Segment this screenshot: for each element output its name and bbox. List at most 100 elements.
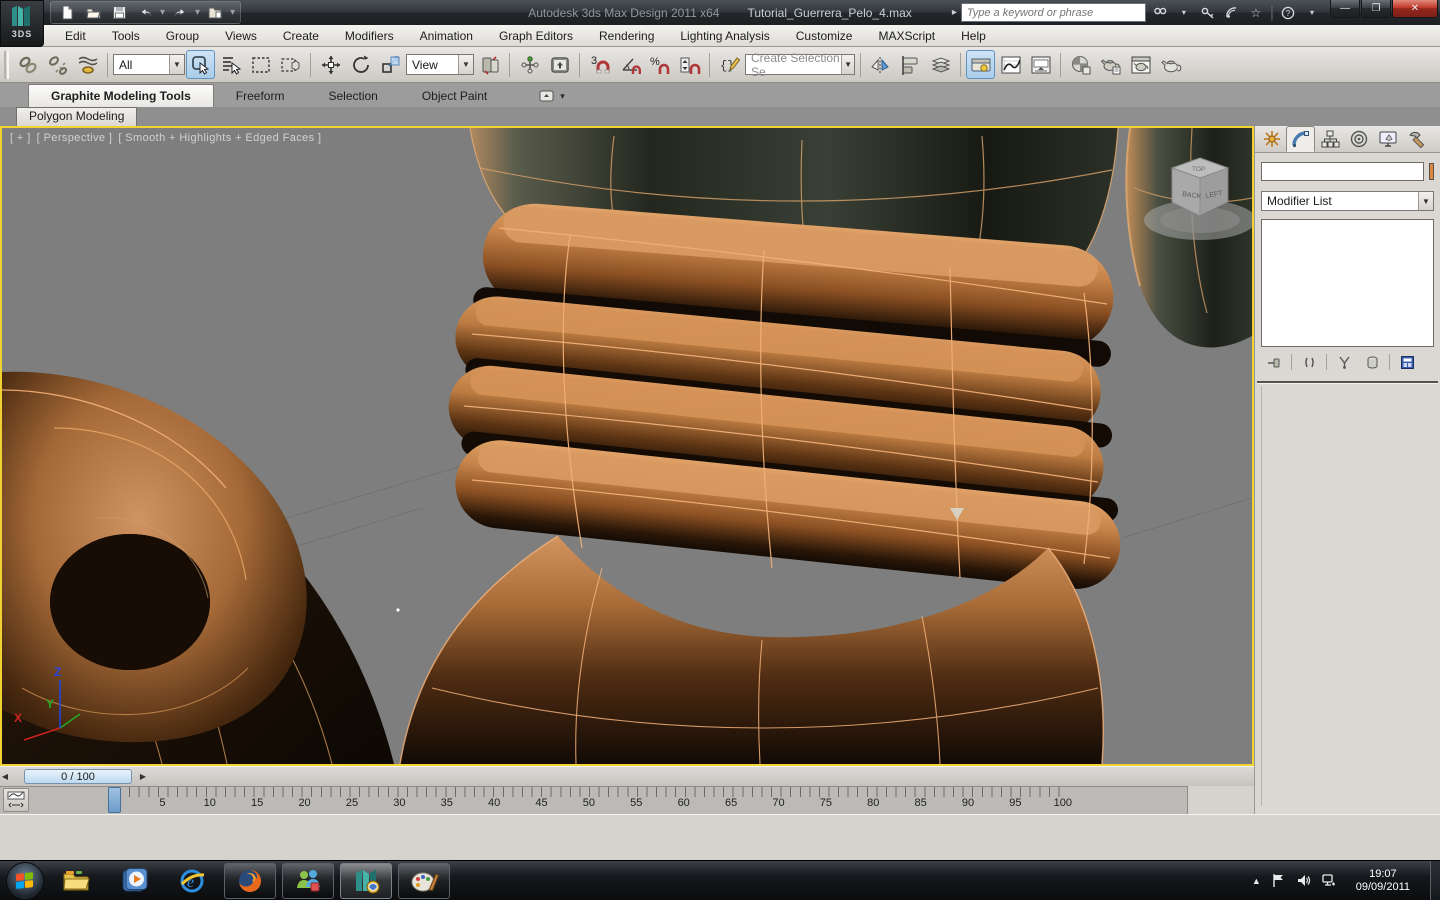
snaps-toggle-3d-button[interactable]: 3 [585,50,614,79]
named-selection-sets-dropdown[interactable]: Create Selection Se▼ [745,54,855,75]
angle-snap-toggle-button[interactable] [615,50,644,79]
time-slider-prev-arrow[interactable]: ◀ [0,772,10,781]
perspective-viewport[interactable]: X Y Z BACK LEFT TOP [ + ] [ Perspective … [0,126,1254,766]
viewport-view-menu[interactable]: [ Perspective ] [37,132,113,144]
help-dropdown[interactable]: ▾ [1302,3,1322,22]
show-desktop-button[interactable] [1430,861,1440,900]
menu-item-create[interactable]: Create [270,26,332,46]
menu-item-graph-editors[interactable]: Graph Editors [486,26,586,46]
time-slider-next-arrow[interactable]: ▶ [138,772,148,781]
viewport-menu-plus[interactable]: [ + ] [10,132,31,144]
schematic-view-button[interactable] [1026,50,1055,79]
ribbon-tab-graphite-modeling-tools[interactable]: Graphite Modeling Tools [28,84,214,107]
tab-utilities[interactable] [1402,126,1431,152]
undo-dropdown[interactable]: ▾ [159,7,166,18]
taskbar-explorer-button[interactable] [50,863,102,899]
select-and-manipulate-button[interactable] [515,50,544,79]
menu-item-rendering[interactable]: Rendering [586,26,667,46]
menu-item-lighting-analysis[interactable]: Lighting Analysis [667,26,782,46]
network-icon[interactable] [1321,873,1336,888]
time-slider[interactable]: 0 / 100 [24,769,132,784]
subscription-key-icon[interactable] [1198,3,1218,22]
minimize-button[interactable]: — [1330,0,1360,18]
percent-snap-toggle-button[interactable]: % [645,50,674,79]
volume-icon[interactable] [1296,873,1311,888]
save-file-button[interactable] [107,3,131,23]
open-mini-curve-editor-button[interactable] [3,788,29,812]
tab-motion[interactable] [1344,126,1373,152]
tab-hierarchy[interactable] [1315,126,1344,152]
rectangular-selection-region-button[interactable] [246,50,275,79]
selection-filter-dropdown[interactable]: All▼ [113,54,185,75]
menu-item-views[interactable]: Views [212,26,270,46]
ribbon-panel-polygon-modeling[interactable]: Polygon Modeling [16,107,137,126]
show-hidden-icons-button[interactable]: ▲ [1252,876,1261,886]
search-options-dropdown[interactable]: ▾ [1174,3,1194,22]
action-center-flag-icon[interactable] [1271,873,1286,888]
menu-item-modifiers[interactable]: Modifiers [332,26,407,46]
open-file-button[interactable] [81,3,105,23]
modifier-list-dropdown[interactable]: Modifier List ▼ [1261,191,1434,211]
project-folder-button[interactable] [203,3,227,23]
infocenter-search-input[interactable] [961,3,1146,22]
menu-item-group[interactable]: Group [153,26,212,46]
ribbon-tab-selection[interactable]: Selection [306,85,399,107]
new-scene-button[interactable] [55,3,79,23]
search-icon[interactable] [1150,3,1170,22]
close-button[interactable]: ✕ [1392,0,1438,18]
modifier-stack-list[interactable] [1261,219,1434,347]
unlink-selection-button[interactable] [43,50,72,79]
track-bar-ruler[interactable] [110,787,1068,797]
show-end-result-button[interactable] [1298,353,1320,371]
taskbar-media-player-button[interactable] [108,863,160,899]
track-bar-frame-handle[interactable] [108,787,121,813]
ribbon-minimize-button[interactable]: ▾ [539,89,569,103]
select-by-name-button[interactable] [216,50,245,79]
menu-item-customize[interactable]: Customize [783,26,866,46]
qat-customize-dropdown[interactable]: ▾ [229,7,236,18]
taskbar-messenger-button[interactable] [282,863,334,899]
use-pivot-point-center-button[interactable] [475,50,504,79]
mirror-button[interactable] [866,50,895,79]
quick-render-button[interactable] [1156,50,1185,79]
render-setup-button[interactable] [1096,50,1125,79]
taskbar-paint-button[interactable] [398,863,450,899]
make-unique-button[interactable] [1333,353,1355,371]
tab-modify[interactable] [1286,126,1315,152]
menu-item-tools[interactable]: Tools [99,26,153,46]
select-and-link-button[interactable] [13,50,42,79]
tab-create[interactable] [1257,126,1286,152]
reference-coordinate-system-dropdown[interactable]: View▼ [406,54,474,75]
select-and-move-button[interactable] [316,50,345,79]
taskbar-clock[interactable]: 19:07 09/09/2011 [1356,868,1410,894]
menu-item-animation[interactable]: Animation [407,26,486,46]
align-button[interactable] [896,50,925,79]
application-menu-button[interactable]: 3DS [0,0,44,47]
menu-item-edit[interactable]: Edit [52,26,99,46]
ribbon-tab-object-paint[interactable]: Object Paint [400,85,509,107]
viewport-shading-menu[interactable]: [ Smooth + Highlights + Edged Faces ] [118,132,321,144]
graphite-modeling-tools-toggle-button[interactable] [966,50,995,79]
infocenter-expand-icon[interactable]: ▸ [952,7,957,18]
taskbar-firefox-button[interactable] [224,863,276,899]
select-object-button[interactable] [186,50,215,79]
communication-center-icon[interactable] [1222,3,1242,22]
bind-to-space-warp-button[interactable] [73,50,102,79]
restore-button[interactable]: ❐ [1361,0,1391,18]
curve-editor-button[interactable] [996,50,1025,79]
object-color-swatch[interactable] [1429,163,1434,180]
select-and-scale-button[interactable] [376,50,405,79]
redo-dropdown[interactable]: ▾ [194,7,201,18]
select-and-rotate-button[interactable] [346,50,375,79]
object-name-input[interactable] [1261,162,1424,181]
help-icon[interactable]: ? [1278,3,1298,22]
spinner-snap-toggle-button[interactable] [675,50,704,79]
keyboard-shortcut-override-button[interactable] [545,50,574,79]
pin-stack-button[interactable] [1263,353,1285,371]
redo-button[interactable] [168,3,192,23]
material-editor-button[interactable] [1066,50,1095,79]
configure-modifier-sets-button[interactable] [1396,353,1418,371]
remove-modifier-button[interactable] [1361,353,1383,371]
start-button[interactable] [6,862,44,900]
rendered-frame-window-button[interactable] [1126,50,1155,79]
